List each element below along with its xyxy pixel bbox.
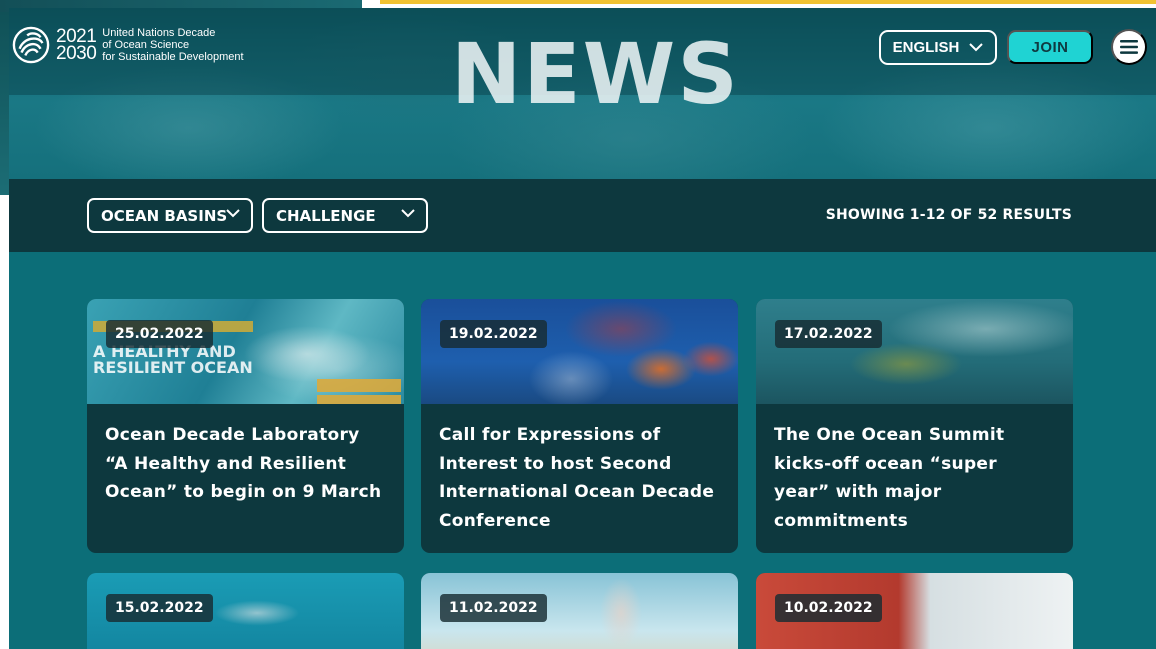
language-selector[interactable]: ENGLISH <box>879 30 997 65</box>
chevron-down-icon <box>226 209 240 218</box>
news-date: 15.02.2022 <box>106 594 213 622</box>
image-caption: A HEALTHY AND RESILIENT OCEAN <box>93 344 253 376</box>
news-card-image: A HEALTHY AND RESILIENT OCEAN 25.02.2022 <box>87 299 404 404</box>
news-date: 11.02.2022 <box>440 594 547 622</box>
page-title: NEWS <box>451 25 740 123</box>
news-title[interactable]: Call for Expressions of Interest to host… <box>421 404 738 535</box>
news-card[interactable]: 19.02.2022 Call for Expressions of Inter… <box>421 299 738 553</box>
filter-bar: OCEAN BASINS CHALLENGE SHOWING 1-12 OF 5… <box>9 179 1156 252</box>
logo-text: United Nations Decade of Ocean Science f… <box>102 27 243 63</box>
news-card-image: 10.02.2022 <box>756 573 1073 649</box>
site-logo[interactable]: 2021 2030 United Nations Decade of Ocean… <box>12 26 244 64</box>
news-card[interactable]: 11.02.2022 <box>421 573 738 649</box>
news-card[interactable]: 17.02.2022 The One Ocean Summit kicks-of… <box>756 299 1073 553</box>
news-card[interactable]: A HEALTHY AND RESILIENT OCEAN 25.02.2022… <box>87 299 404 553</box>
news-title[interactable]: The One Ocean Summit kicks-off ocean “su… <box>756 404 1073 535</box>
logo-line-2: of Ocean Science <box>102 39 190 51</box>
logo-years: 2021 2030 <box>56 27 97 64</box>
image-decoration <box>317 395 401 404</box>
news-card-image: 19.02.2022 <box>421 299 738 404</box>
image-decoration <box>317 379 401 392</box>
join-button[interactable]: JOIN <box>1007 30 1093 64</box>
chevron-down-icon <box>969 43 984 52</box>
highlight-strip <box>380 0 1156 4</box>
language-label: ENGLISH <box>892 39 960 56</box>
challenge-label: CHALLENGE <box>276 206 376 225</box>
news-date: 10.02.2022 <box>775 594 882 622</box>
logo-line-1: United Nations Decade <box>102 27 216 39</box>
results-count: SHOWING 1-12 OF 52 RESULTS <box>825 207 1072 223</box>
news-title[interactable]: Ocean Decade Laboratory “A Healthy and R… <box>87 404 404 507</box>
ocean-basins-filter[interactable]: OCEAN BASINS <box>87 198 253 233</box>
logo-year-end: 2030 <box>56 43 97 64</box>
challenge-filter[interactable]: CHALLENGE <box>262 198 428 233</box>
decade-logo-icon <box>12 26 50 64</box>
menu-icon <box>1120 40 1138 54</box>
news-card-image: 11.02.2022 <box>421 573 738 649</box>
image-caption-line-2: RESILIENT OCEAN <box>93 358 253 377</box>
news-card-image: 17.02.2022 <box>756 299 1073 404</box>
news-card[interactable]: 15.02.2022 <box>87 573 404 649</box>
news-date: 19.02.2022 <box>440 320 547 348</box>
news-date: 17.02.2022 <box>775 320 882 348</box>
news-grid: A HEALTHY AND RESILIENT OCEAN 25.02.2022… <box>9 252 1156 649</box>
ocean-basins-label: OCEAN BASINS <box>101 206 228 225</box>
logo-line-3: for Sustainable Development <box>102 51 244 63</box>
menu-button[interactable] <box>1111 29 1147 65</box>
news-card-image: 15.02.2022 <box>87 573 404 649</box>
news-date: 25.02.2022 <box>106 320 213 348</box>
news-card[interactable]: 10.02.2022 <box>756 573 1073 649</box>
chevron-down-icon <box>401 209 415 218</box>
